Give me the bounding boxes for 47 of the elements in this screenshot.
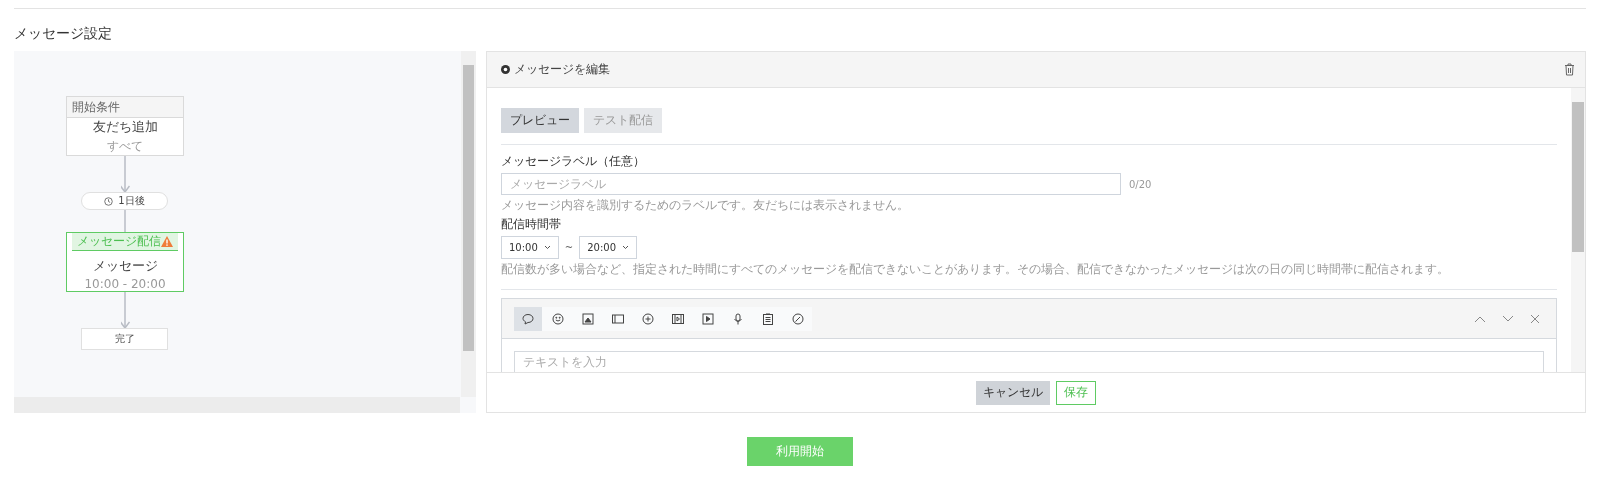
image-icon — [582, 312, 594, 325]
hint-text: メッセージ内容を識別するためのラベルです。友だちには表示されません。 — [501, 197, 910, 214]
record-icon — [501, 65, 510, 74]
node-title: メッセージ — [92, 257, 158, 275]
delay-label: 1日後 — [118, 194, 145, 208]
character-counter: 0/20 — [1129, 178, 1152, 190]
cancel-button[interactable]: キャンセル — [976, 380, 1050, 405]
node-title: 友だち追加 — [92, 118, 158, 136]
connector-arrow — [119, 291, 131, 329]
film-icon — [672, 312, 684, 325]
node-subtitle: すべて — [107, 138, 143, 155]
move-up-icon[interactable] — [1474, 314, 1486, 323]
page-title: メッセージ設定 — [14, 24, 113, 43]
move-down-icon[interactable] — [1502, 314, 1514, 323]
delay-node[interactable]: 1日後 — [81, 192, 168, 210]
end-node[interactable]: 完了 — [81, 328, 168, 350]
card-icon — [612, 312, 624, 325]
hint-text: 配信数が多い場合など、指定された時間にすべてのメッセージを配信できないことがあります。その場合、配信できなかったメッセージは次の日の同じ時間帯に配信されます。 — [501, 261, 1450, 278]
close-icon[interactable] — [1530, 313, 1540, 324]
range-separator: ~ — [564, 242, 574, 253]
chevron-down-icon — [543, 245, 551, 250]
message-text-field[interactable]: テキストを入力 — [514, 351, 1544, 372]
message-type-button[interactable] — [514, 306, 542, 331]
label-input-field[interactable]: メッセージラベル — [501, 173, 1121, 195]
node-header-text: メッセージ配信 — [77, 233, 161, 250]
node-subtitle: 10:00 - 20:00 — [84, 277, 166, 291]
field-label: 配信時間帯 — [501, 216, 562, 233]
play-icon — [702, 312, 714, 325]
smiley-icon — [552, 312, 564, 325]
vertical-scrollbar[interactable] — [461, 51, 476, 397]
clipboard-icon — [762, 312, 774, 325]
microphone-icon — [732, 312, 744, 325]
connector-arrow — [119, 155, 131, 193]
vertical-scrollbar[interactable] — [1571, 88, 1585, 372]
chevron-down-icon — [622, 245, 630, 250]
flow-node[interactable]: メッセージ配信 メッセージ 10:00 - 20:00 — [66, 232, 184, 292]
end-time-select[interactable]: 20:00 — [579, 236, 638, 259]
field-label: メッセージラベル（任意） — [501, 153, 646, 170]
flow-node[interactable]: 開始条件 友だち追加 すべて — [66, 96, 184, 156]
plus-bubble-icon — [642, 312, 654, 325]
panel-title: メッセージを編集 — [514, 61, 611, 78]
trash-icon[interactable] — [1564, 63, 1575, 76]
tab[interactable]: プレビュー — [501, 108, 579, 133]
clock-icon — [104, 196, 114, 206]
speech-bubble-icon — [522, 312, 534, 325]
node-header-text: 開始条件 — [72, 98, 120, 116]
start-time-select[interactable]: 10:00 — [501, 236, 559, 259]
